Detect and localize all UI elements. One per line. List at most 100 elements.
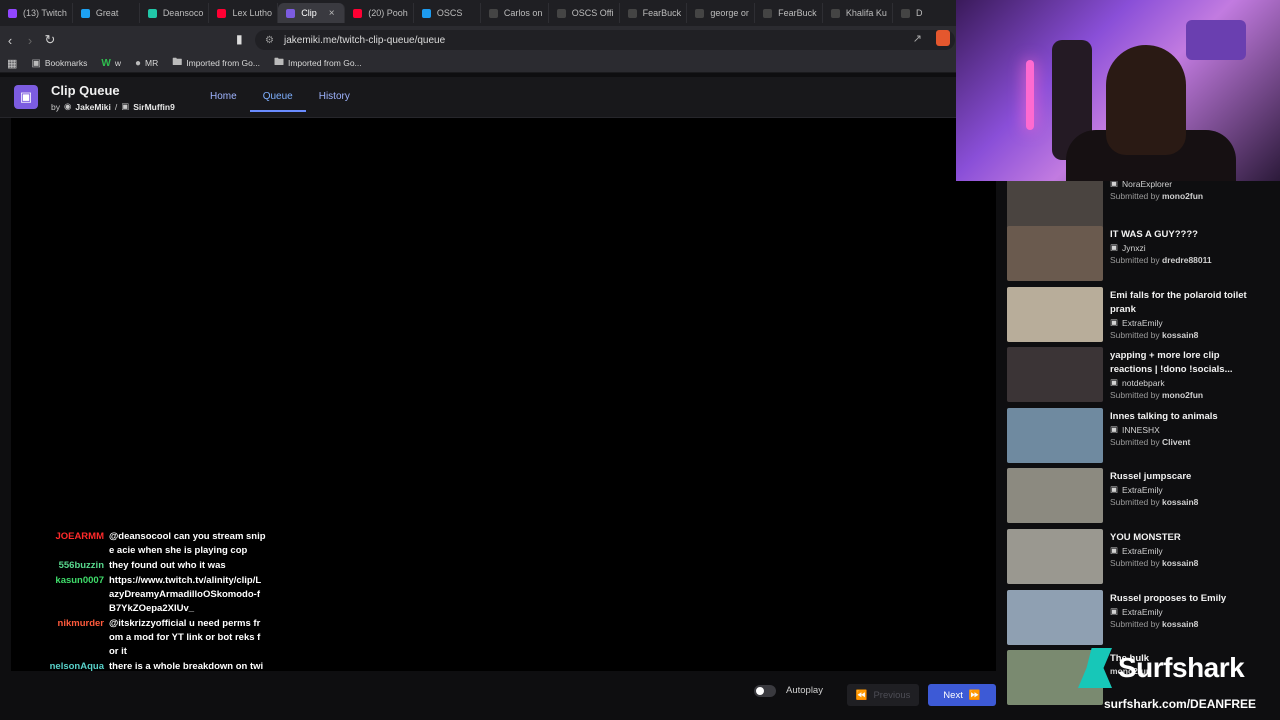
clip-thumbnail[interactable] xyxy=(1007,287,1103,342)
clip-thumbnail[interactable] xyxy=(1007,181,1103,232)
browser-tab[interactable]: D xyxy=(893,3,960,23)
tab-title: FearBuck xyxy=(778,8,817,18)
submitted-prefix: Submitted by xyxy=(1110,558,1160,568)
tab-title: george or xyxy=(710,8,749,18)
browser-tab[interactable]: Khalifa Ku xyxy=(823,3,894,23)
tab-title: Great xyxy=(95,8,119,18)
browser-tab[interactable]: FearBuck xyxy=(755,3,823,23)
app-header: ▣ Clip Queue by ◉ JakeMiki / ▣ SirMuffin… xyxy=(0,77,1000,118)
next-label: Next xyxy=(943,689,963,701)
clip-thumbnail[interactable] xyxy=(1007,468,1103,523)
tab-title: (20) Pooh xyxy=(368,8,408,18)
clip-thumbnail[interactable] xyxy=(1007,408,1103,463)
previous-icon: ⏪ xyxy=(855,689,868,701)
apps-grid-icon[interactable]: ▦ xyxy=(7,57,17,70)
next-icon: ⏩ xyxy=(968,689,981,701)
submitted-prefix: Submitted by xyxy=(1110,497,1160,507)
share-icon[interactable]: ↗ xyxy=(913,32,922,45)
clip-title: YOU MONSTER xyxy=(1110,532,1181,543)
queue-item[interactable]: Russel proposes to Emily ▣ ExtraEmily Submi… xyxy=(1007,590,1267,646)
sponsor-name: Surfshark xyxy=(1118,652,1245,683)
site-info-icon[interactable]: ⚙ xyxy=(265,35,274,46)
autoplay-toggle[interactable] xyxy=(754,685,776,697)
clip-submitted-by: Submitted by mono2fun xyxy=(1110,390,1203,400)
browser-tab[interactable]: OSCS Offi xyxy=(549,3,620,23)
tab-title: Deansoco xyxy=(162,8,204,18)
queue-item[interactable]: Emi falls for the polaroid toilet prank ▣… xyxy=(1007,287,1267,343)
webcam-overlay xyxy=(956,0,1280,181)
brave-shield-icon[interactable] xyxy=(936,30,950,46)
clip-title: IT WAS A GUY???? xyxy=(1110,229,1198,240)
bookmark-label: MR xyxy=(145,58,159,68)
tab-favicon-icon xyxy=(627,8,637,18)
clip-thumbnail[interactable] xyxy=(1007,529,1103,584)
byline-prefix: by xyxy=(51,101,60,112)
nav-queue[interactable]: Queue xyxy=(249,89,306,112)
browser-tab[interactable]: Clip × xyxy=(278,3,346,23)
submitter-name: kossain8 xyxy=(1162,330,1199,340)
submitter-name: kossain8 xyxy=(1162,497,1199,507)
bookmark-mr[interactable]: ● MR xyxy=(135,58,158,69)
bookmark-folder-1[interactable]: 🖿 Imported from Go... xyxy=(172,55,260,72)
clip-queue-logo-icon[interactable]: ▣ xyxy=(14,85,38,109)
clip-thumbnail[interactable] xyxy=(1007,347,1103,402)
author-link-jakemiki[interactable]: JakeMiki xyxy=(75,102,110,112)
chat-text: @deansocool can you stream snipe acie wh… xyxy=(109,531,266,556)
tab-favicon-icon xyxy=(556,8,566,18)
chat-text: @itskrizzyofficial u need perms from a m… xyxy=(109,618,261,657)
browser-tab[interactable]: george or xyxy=(687,3,756,23)
nav-home[interactable]: Home xyxy=(197,89,250,112)
browser-tab[interactable]: (13) Twitch xyxy=(0,3,73,23)
browser-tab[interactable]: Great xyxy=(73,3,140,23)
bookmark-folder-2[interactable]: 🖿 Imported from Go... xyxy=(274,55,362,72)
browser-tab[interactable]: FearBuck xyxy=(620,3,688,23)
queue-item[interactable]: yapping + more lore clip reactions | !do… xyxy=(1007,347,1267,403)
queue-list: ▣ NoraExplorer Submitted by mono2fun IT WAS… xyxy=(1003,181,1280,720)
bookmark-w[interactable]: Ww xyxy=(101,58,121,69)
queue-item[interactable]: YOU MONSTER ▣ ExtraEmily Submitted by kossa… xyxy=(1007,529,1267,585)
queue-item[interactable]: Russel jumpscare ▣ ExtraEmily Submitted by … xyxy=(1007,468,1267,524)
url-field[interactable]: ⚙ jakemiki.me/twitch-clip-queue/queue xyxy=(255,30,955,50)
channel-icon: ▣ xyxy=(1110,242,1119,252)
back-icon[interactable]: ‹ xyxy=(0,33,20,48)
channel-icon: ▣ xyxy=(1110,424,1119,434)
author-link-sirmuffin9[interactable]: SirMuffin9 xyxy=(133,102,175,112)
submitted-prefix: Submitted by xyxy=(1110,619,1160,629)
browser-tab[interactable]: OSCS xyxy=(414,3,481,23)
clip-channel: ▣ ExtraEmily xyxy=(1110,484,1163,495)
chat-username: nikmurder xyxy=(57,618,104,629)
previous-button[interactable]: ⏪ Previous xyxy=(847,684,919,706)
tab-favicon-icon xyxy=(488,8,498,18)
forward-icon[interactable]: › xyxy=(20,33,40,48)
tab-favicon-icon xyxy=(763,8,773,18)
channel-icon: ▣ xyxy=(1110,545,1119,555)
clip-thumbnail[interactable] xyxy=(1007,590,1103,645)
bookmark-label: Bookmarks xyxy=(44,58,88,68)
clip-thumbnail[interactable] xyxy=(1007,226,1103,281)
webcam-streamer xyxy=(1106,45,1186,155)
autoplay-label: Autoplay xyxy=(786,685,823,696)
browser-tab[interactable]: Deansoco xyxy=(140,3,210,23)
byline-separator: / xyxy=(114,101,118,112)
tab-close-icon[interactable]: × xyxy=(329,8,335,19)
next-button[interactable]: Next ⏩ xyxy=(928,684,996,706)
tab-favicon-icon xyxy=(217,8,227,18)
bookmark-icon[interactable]: ▮ xyxy=(236,32,243,46)
tab-favicon-icon xyxy=(8,8,17,18)
reload-icon[interactable]: ↻ xyxy=(40,32,60,48)
nav-history[interactable]: History xyxy=(306,89,363,112)
submitter-name: mono2fun xyxy=(1162,191,1204,201)
chat-message: JOEARMM @deansocool can you stream snipe … xyxy=(26,530,266,558)
queue-item[interactable]: Innes talking to animals ▣ INNESHX Submitte… xyxy=(1007,408,1267,464)
queue-item[interactable]: IT WAS A GUY???? ▣ Jynxzi Submitted by dred… xyxy=(1007,226,1267,282)
chat-username: 556buzzin xyxy=(58,560,104,571)
channel-name: notdebpark xyxy=(1122,377,1165,388)
bookmark-bookmarks[interactable]: ▣ Bookmarks xyxy=(31,58,87,69)
browser-tab[interactable]: (20) Pooh xyxy=(345,3,414,23)
app-title: Clip Queue xyxy=(51,83,120,98)
clip-title: Emi falls for the polaroid toilet prank xyxy=(1110,290,1247,315)
browser-tab[interactable]: Carlos on xyxy=(481,3,549,23)
w-icon: W xyxy=(101,57,111,69)
browser-tab[interactable]: Lex Lutho xyxy=(209,3,279,23)
tab-favicon-icon xyxy=(286,8,296,18)
